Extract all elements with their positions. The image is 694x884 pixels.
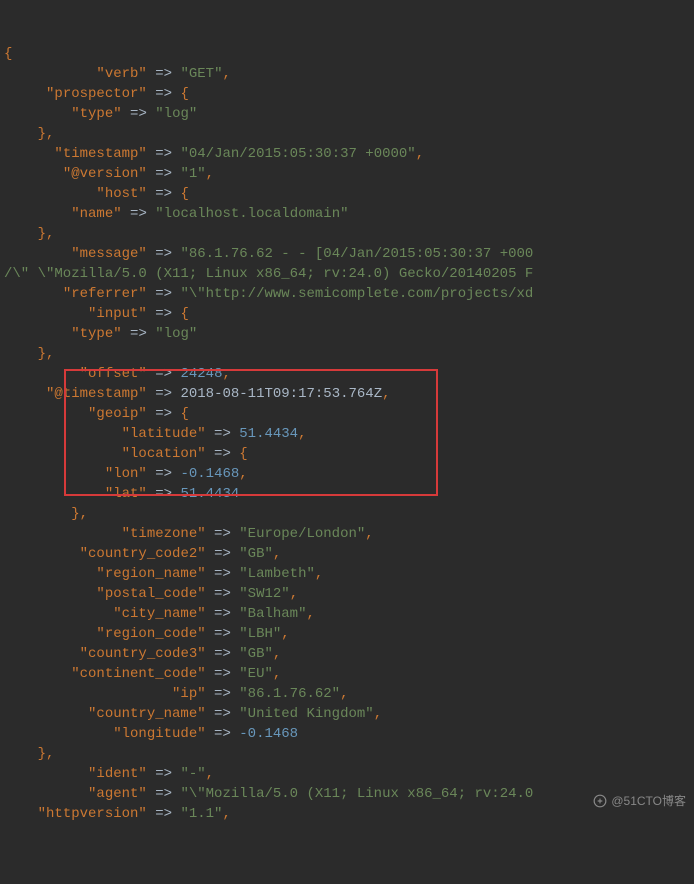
code-line: "region_name" => "Lambeth",: [4, 564, 694, 584]
code-line: "continent_code" => "EU",: [4, 664, 694, 684]
code-line: },: [4, 744, 694, 764]
code-line: "type" => "log": [4, 104, 694, 124]
code-line: "httpversion" => "1.1",: [4, 804, 694, 824]
code-line: {: [4, 44, 694, 64]
watermark-icon: [593, 794, 607, 808]
code-line: "type" => "log": [4, 324, 694, 344]
code-line: "country_code2" => "GB",: [4, 544, 694, 564]
code-line: "message" => "86.1.76.62 - - [04/Jan/201…: [4, 244, 694, 264]
code-line: "@version" => "1",: [4, 164, 694, 184]
code-line: "prospector" => {: [4, 84, 694, 104]
code-line: "lon" => -0.1468,: [4, 464, 694, 484]
code-line: "input" => {: [4, 304, 694, 324]
code-line: },: [4, 344, 694, 364]
watermark-text: @51CTO博客: [611, 791, 686, 811]
code-line: "referrer" => "\"http://www.semicomplete…: [4, 284, 694, 304]
code-line: "agent" => "\"Mozilla/5.0 (X11; Linux x8…: [4, 784, 694, 804]
code-line: "city_name" => "Balham",: [4, 604, 694, 624]
code-lines: { "verb" => "GET", "prospector" => { "ty…: [4, 44, 694, 824]
code-line: /\" \"Mozilla/5.0 (X11; Linux x86_64; rv…: [4, 264, 694, 284]
code-line: },: [4, 224, 694, 244]
code-line: "lat" => 51.4434: [4, 484, 694, 504]
code-line: "offset" => 24248,: [4, 364, 694, 384]
code-line: "latitude" => 51.4434,: [4, 424, 694, 444]
code-line: "timestamp" => "04/Jan/2015:05:30:37 +00…: [4, 144, 694, 164]
code-line: "@timestamp" => 2018-08-11T09:17:53.764Z…: [4, 384, 694, 404]
code-line: "geoip" => {: [4, 404, 694, 424]
code-line: "region_code" => "LBH",: [4, 624, 694, 644]
watermark: @51CTO博客: [593, 791, 686, 811]
code-line: "country_name" => "United Kingdom",: [4, 704, 694, 724]
code-line: "host" => {: [4, 184, 694, 204]
code-line: },: [4, 504, 694, 524]
code-line: "longitude" => -0.1468: [4, 724, 694, 744]
code-output[interactable]: { "verb" => "GET", "prospector" => { "ty…: [0, 0, 694, 817]
code-line: "timezone" => "Europe/London",: [4, 524, 694, 544]
code-line: "verb" => "GET",: [4, 64, 694, 84]
code-line: "ip" => "86.1.76.62",: [4, 684, 694, 704]
code-line: "name" => "localhost.localdomain": [4, 204, 694, 224]
code-line: "location" => {: [4, 444, 694, 464]
code-line: },: [4, 124, 694, 144]
code-line: "postal_code" => "SW12",: [4, 584, 694, 604]
code-line: "country_code3" => "GB",: [4, 644, 694, 664]
code-line: "ident" => "-",: [4, 764, 694, 784]
